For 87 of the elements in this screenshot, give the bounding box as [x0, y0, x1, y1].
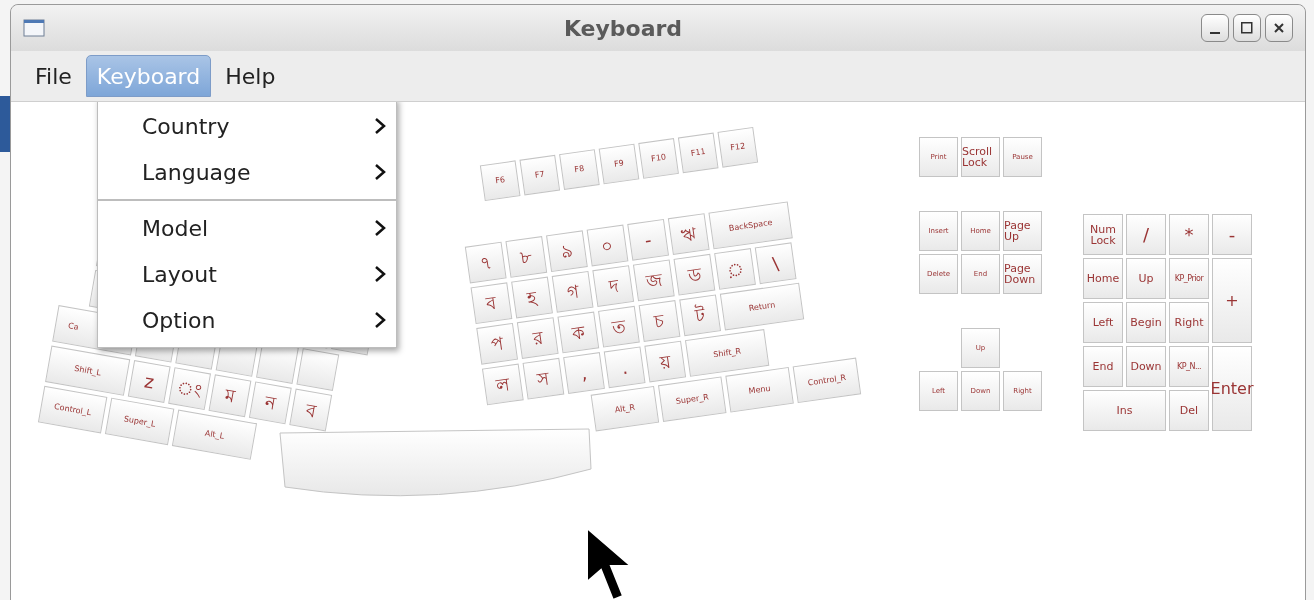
dropdown-item[interactable]: Country: [98, 103, 396, 149]
keycap[interactable]: জ: [632, 259, 675, 302]
chevron-right-icon: [374, 219, 386, 237]
keycap[interactable]: +: [1212, 258, 1252, 343]
keycap[interactable]: ম: [208, 374, 252, 418]
keycap[interactable]: হ: [511, 276, 553, 319]
keycap[interactable]: \: [754, 242, 797, 285]
keycap[interactable]: র: [516, 317, 559, 359]
keycap[interactable]: [296, 348, 340, 392]
dropdown-item[interactable]: Layout: [98, 251, 396, 297]
keycap[interactable]: F9: [598, 143, 640, 185]
keycap[interactable]: F11: [677, 132, 719, 174]
maximize-icon: [1241, 22, 1253, 34]
keycap[interactable]: End: [1083, 346, 1123, 387]
keycap[interactable]: KP_N...: [1169, 346, 1209, 387]
keycap[interactable]: Home: [1083, 258, 1123, 299]
keycap[interactable]: ◌ং: [168, 367, 211, 411]
keycap[interactable]: য়: [644, 340, 687, 383]
keycap[interactable]: Alt_R: [590, 385, 660, 432]
keycap[interactable]: Enter: [1212, 346, 1252, 431]
chevron-right-icon: [374, 265, 386, 283]
keycap[interactable]: *: [1169, 214, 1209, 255]
keycap[interactable]: ন: [248, 381, 292, 425]
keycap[interactable]: Super_R: [657, 376, 727, 422]
keycap[interactable]: Left: [1083, 302, 1123, 343]
keycap[interactable]: F10: [638, 138, 679, 179]
keycap[interactable]: F7: [519, 154, 561, 196]
keycap[interactable]: ট: [679, 294, 722, 337]
keycap[interactable]: Ins: [1083, 390, 1166, 431]
keycap[interactable]: Right: [1169, 302, 1209, 343]
keycap[interactable]: ল: [481, 363, 524, 406]
menu-title[interactable]: File: [25, 55, 82, 97]
keycap[interactable]: Page Down: [1003, 254, 1042, 294]
keycap[interactable]: প: [476, 322, 518, 365]
dropdown-item[interactable]: Language: [98, 149, 396, 195]
chevron-right-icon: [374, 117, 386, 135]
keycap[interactable]: Up: [1126, 258, 1166, 299]
keycap[interactable]: দ: [592, 265, 635, 307]
chevron-right-icon: [374, 163, 386, 181]
keycap[interactable]: F12: [717, 126, 759, 168]
keycap[interactable]: Del: [1169, 390, 1209, 431]
minimize-icon: [1210, 32, 1220, 34]
window-icon: [23, 19, 45, 37]
keycap[interactable]: Down: [1126, 346, 1166, 387]
maximize-button[interactable]: [1233, 14, 1261, 42]
window-title: Keyboard: [563, 14, 683, 43]
keycap[interactable]: KP_Prior: [1169, 258, 1209, 299]
keycap[interactable]: -: [1212, 214, 1252, 255]
keycap[interactable]: গ: [551, 270, 594, 313]
keycap[interactable]: F6: [479, 160, 521, 202]
keycap[interactable]: ৭: [464, 241, 507, 284]
keycap[interactable]: Shift_L: [45, 345, 131, 396]
keycap[interactable]: Page Up: [1003, 211, 1042, 251]
dropdown-item[interactable]: Model: [98, 205, 396, 251]
keycap[interactable]: Menu: [725, 366, 794, 413]
keycap[interactable]: BackSpace: [708, 201, 793, 250]
keycap[interactable]: Control_R: [792, 357, 862, 404]
keycap[interactable]: ড: [673, 253, 716, 296]
keycap[interactable]: ব: [289, 388, 333, 432]
keycap[interactable]: ৮: [505, 236, 548, 278]
keycap[interactable]: ,: [563, 352, 605, 394]
keycap[interactable]: Alt_L: [171, 409, 258, 460]
keycap[interactable]: F8: [559, 149, 600, 190]
keycap[interactable]: ◌়: [714, 248, 756, 290]
keycap[interactable]: চ: [638, 300, 681, 342]
chevron-right-icon: [374, 311, 386, 329]
keycap[interactable]: z: [127, 360, 171, 403]
keycap[interactable]: Begin: [1126, 302, 1166, 343]
keycap[interactable]: Super_L: [104, 397, 175, 446]
keycap[interactable]: Return: [719, 282, 805, 331]
menu-title[interactable]: Help: [215, 55, 286, 97]
keycap[interactable]: ৯: [546, 230, 588, 273]
keycap[interactable]: ব: [470, 282, 513, 325]
close-icon: [1274, 23, 1284, 33]
minimize-button[interactable]: [1201, 14, 1229, 42]
keycap[interactable]: ঋ: [667, 213, 710, 255]
close-button[interactable]: [1265, 14, 1293, 42]
keycap[interactable]: .: [603, 346, 646, 389]
keycap[interactable]: Shift_R: [684, 329, 770, 377]
keycap[interactable]: ত: [598, 305, 640, 348]
keycap[interactable]: ০: [586, 224, 629, 267]
keycap[interactable]: ক: [557, 311, 600, 354]
keycap[interactable]: /: [1126, 214, 1166, 255]
keycap[interactable]: স: [522, 357, 565, 400]
keycap[interactable]: -: [627, 218, 669, 261]
keycap[interactable]: Scroll Lock: [961, 137, 1000, 177]
keycap[interactable]: Num Lock: [1083, 214, 1123, 255]
